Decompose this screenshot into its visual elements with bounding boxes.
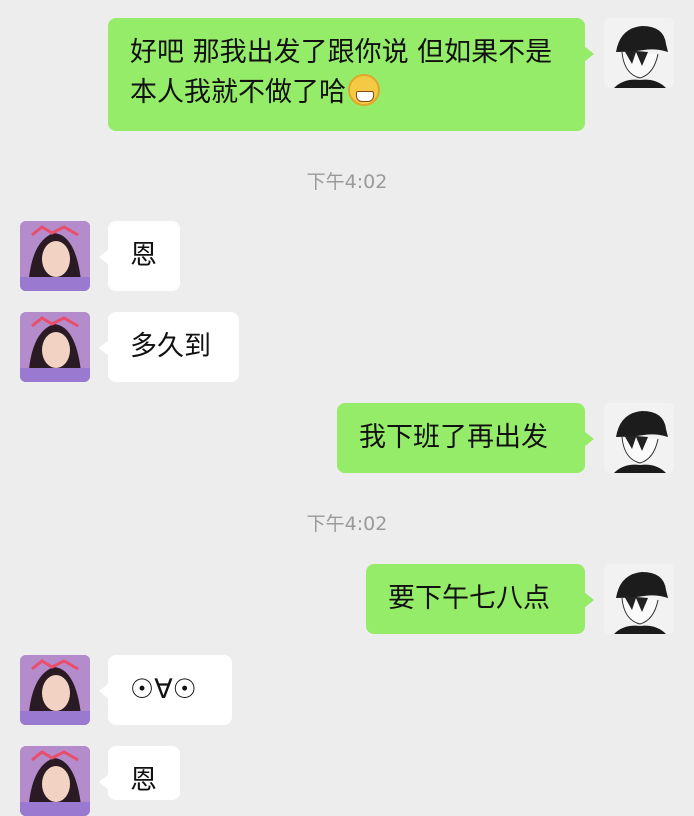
message-text: 恩 [130, 765, 157, 796]
message-text: 多久到 [130, 331, 211, 362]
message-bubble[interactable]: 要下午七八点 [366, 564, 594, 634]
message-bubble[interactable]: 恩 [99, 221, 180, 291]
message-bubble[interactable]: 恩 [99, 746, 180, 800]
message-bubble[interactable]: 我下班了再出发 [337, 403, 594, 473]
avatar[interactable] [604, 403, 674, 473]
timestamp: 下午4:02 [306, 171, 388, 193]
message-bubble[interactable]: ☉∀☉ [99, 655, 232, 725]
avatar[interactable] [604, 564, 674, 634]
message-text: 要下午七八点 [388, 583, 550, 614]
avatar[interactable] [20, 312, 90, 382]
avatar[interactable] [20, 655, 90, 725]
message-text: 恩 [130, 240, 157, 271]
avatar[interactable] [20, 221, 90, 291]
avatar[interactable] [604, 18, 674, 88]
message-bubble[interactable]: 好吧 那我出发了跟你说 但如果不是本人我就不做了哈 [108, 18, 594, 131]
grinning-face-icon [348, 74, 380, 106]
avatar[interactable] [20, 746, 90, 816]
message-text: 好吧 那我出发了跟你说 但如果不是本人我就不做了哈 [130, 37, 553, 108]
timestamp: 下午4:02 [306, 513, 388, 535]
message-bubble[interactable]: 多久到 [99, 312, 239, 382]
message-text: ☉∀☉ [130, 674, 197, 705]
message-text: 我下班了再出发 [359, 422, 548, 453]
